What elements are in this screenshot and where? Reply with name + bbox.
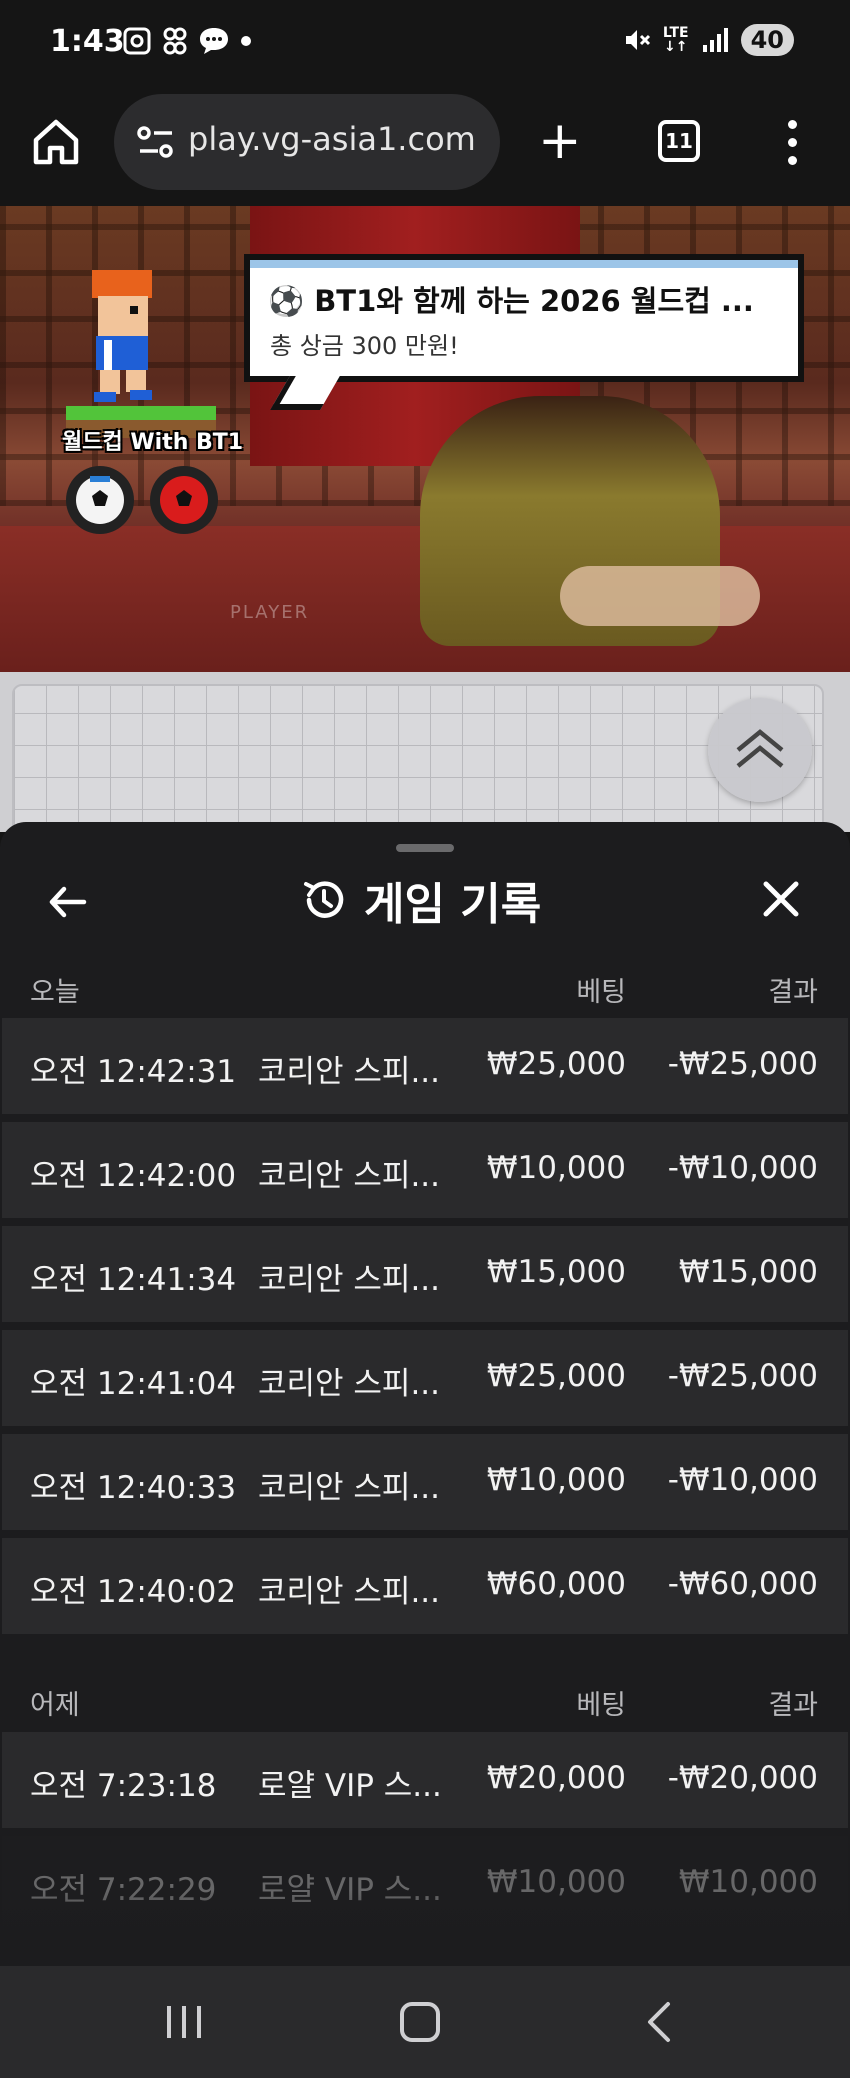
table-player-label: PLAYER — [230, 602, 310, 623]
history-row[interactable]: 오전 7:23:18 로얄 VIP 스... ₩20,000 -₩20,000 — [2, 1732, 848, 1828]
row-result: -₩20,000 — [667, 1760, 818, 1796]
back-arrow-icon[interactable] — [44, 878, 92, 926]
row-game: 코리안 스피... — [258, 1158, 441, 1194]
system-navigation-bar — [0, 1966, 850, 2078]
scroll-up-button[interactable] — [708, 698, 812, 802]
row-game: 코리안 스피... — [258, 1054, 441, 1090]
live-video-stream[interactable]: PLAYER 월드컵 With BT1 ⚽ BT1와 함께 하는 2026 월드… — [0, 206, 850, 672]
row-time: 오전 12:41:34 — [30, 1262, 237, 1298]
row-time: 오전 7:23:18 — [30, 1768, 217, 1804]
row-result: -₩60,000 — [667, 1566, 818, 1602]
row-time: 오전 12:42:31 — [30, 1054, 237, 1090]
status-time: 1:43 — [50, 24, 125, 59]
history-icon — [304, 881, 344, 918]
tab-switcher-button[interactable]: 11 — [658, 120, 700, 162]
back-nav-icon[interactable] — [644, 2000, 674, 2044]
game-history-sheet: 게임 기록 오늘 베팅 결과 오전 12:42:31 코리안 스피... ₩25… — [0, 822, 850, 1966]
row-game: 코리안 스피... — [258, 1366, 441, 1402]
close-icon[interactable] — [758, 876, 804, 922]
site-settings-icon[interactable] — [136, 124, 176, 160]
home-nav-icon[interactable] — [400, 2002, 440, 2042]
browser-toolbar: play.vg-asia1.com + 11 — [0, 88, 850, 206]
row-time: 오전 12:40:02 — [30, 1574, 237, 1610]
row-bet: ₩10,000 — [486, 1462, 626, 1498]
sheet-title: 게임 기록 — [300, 870, 541, 930]
section-header-today: 오늘 베팅 결과 — [0, 960, 850, 1014]
recent-apps-icon[interactable] — [164, 2004, 204, 2040]
event-subtitle: 총 상금 300 만원! — [270, 332, 459, 360]
list-bottom-fade — [0, 1890, 850, 1966]
bet-column-header: 베팅 — [576, 1690, 626, 1721]
red-ball-icon[interactable] — [150, 466, 218, 534]
history-row[interactable]: 오전 12:40:33 코리안 스피... ₩10,000 -₩10,000 — [2, 1434, 848, 1530]
section-label: 오늘 — [30, 977, 80, 1008]
row-result: -₩25,000 — [667, 1046, 818, 1082]
address-bar[interactable]: play.vg-asia1.com — [114, 94, 500, 190]
lte-signal-icon: LTE ↓↑ — [662, 25, 689, 55]
row-bet: ₩25,000 — [486, 1358, 626, 1394]
row-game: 로얄 VIP 스... — [258, 1768, 442, 1804]
drag-handle[interactable] — [396, 844, 454, 852]
row-game: 코리안 스피... — [258, 1574, 441, 1610]
more-menu-icon[interactable] — [788, 120, 798, 166]
row-time: 오전 12:40:33 — [30, 1470, 237, 1506]
history-row[interactable]: 오전 12:41:34 코리안 스피... ₩15,000 ₩15,000 — [2, 1226, 848, 1322]
event-speech-bubble[interactable]: ⚽ BT1와 함께 하는 2026 월드컵 ... 총 상금 300 만원! — [244, 254, 804, 382]
mute-icon — [625, 30, 650, 50]
soccer-ball-icon[interactable] — [66, 466, 134, 534]
url-text: play.vg-asia1.com — [188, 120, 476, 158]
result-column-header: 결과 — [768, 1690, 818, 1721]
app-icon — [163, 27, 187, 55]
row-time: 오전 12:41:04 — [30, 1366, 237, 1402]
status-icons-left — [122, 26, 252, 56]
row-game: 코리안 스피... — [258, 1470, 441, 1506]
row-result: -₩10,000 — [667, 1150, 818, 1186]
sheet-title-text: 게임 기록 — [364, 879, 542, 930]
dealer-hands — [560, 566, 760, 626]
home-icon[interactable] — [30, 116, 82, 168]
row-result: -₩25,000 — [667, 1358, 818, 1394]
chat-icon — [200, 28, 228, 54]
history-row[interactable]: 오전 12:42:00 코리안 스피... ₩10,000 -₩10,000 — [2, 1122, 848, 1218]
dot-icon — [241, 36, 251, 46]
row-bet: ₩25,000 — [486, 1046, 626, 1082]
signal-icon — [702, 28, 728, 52]
section-label: 어제 — [30, 1690, 80, 1721]
screenshot-icon — [123, 27, 151, 55]
event-title: ⚽ BT1와 함께 하는 2026 월드컵 ... — [268, 284, 754, 318]
row-bet: ₩10,000 — [486, 1150, 626, 1186]
new-tab-button[interactable]: + — [538, 115, 582, 167]
section-header-yesterday: 어제 베팅 결과 — [0, 1673, 850, 1727]
row-game: 코리안 스피... — [258, 1262, 441, 1298]
row-bet: ₩15,000 — [486, 1254, 626, 1290]
battery-indicator: 40 — [740, 24, 794, 56]
row-bet: ₩20,000 — [486, 1760, 626, 1796]
bet-column-header: 베팅 — [576, 977, 626, 1008]
worldcup-label: 월드컵 With BT1 — [62, 430, 244, 455]
history-row[interactable]: 오전 12:40:02 코리안 스피... ₩60,000 -₩60,000 — [2, 1538, 848, 1634]
history-row[interactable]: 오전 12:42:31 코리안 스피... ₩25,000 -₩25,000 — [2, 1018, 848, 1114]
status-icons-right: LTE ↓↑ 40 — [623, 24, 794, 56]
row-time: 오전 12:42:00 — [30, 1158, 237, 1194]
row-bet: ₩60,000 — [486, 1566, 626, 1602]
double-chevron-up-icon — [736, 729, 784, 768]
history-row[interactable]: 오전 12:41:04 코리안 스피... ₩25,000 -₩25,000 — [2, 1330, 848, 1426]
row-result: -₩10,000 — [667, 1462, 818, 1498]
row-result: ₩15,000 — [678, 1254, 818, 1290]
status-bar: 1:43 LTE ↓↑ 40 — [0, 0, 850, 88]
road-map-grid — [12, 684, 824, 844]
result-column-header: 결과 — [768, 977, 818, 1008]
